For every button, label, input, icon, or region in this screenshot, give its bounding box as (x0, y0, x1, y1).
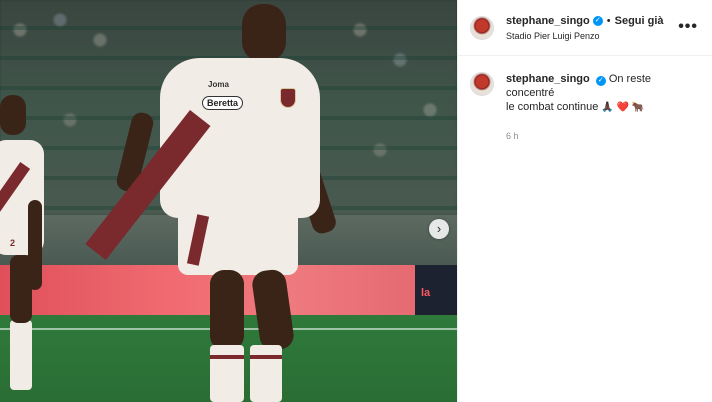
player-head (242, 4, 286, 62)
carousel-next-button[interactable]: › (429, 219, 449, 239)
kit-maker-logo: Joma (208, 80, 229, 89)
player-right-leg (250, 268, 296, 352)
location-link[interactable]: Stadio Pier Luigi Penzo (506, 31, 664, 41)
left-player-number: 2 (10, 238, 16, 248)
caption-username[interactable]: stephane_singo (506, 73, 590, 85)
front-sponsor-logo: Beretta (202, 96, 244, 110)
instagram-post: la 2 Joma Beretta SUZUKI › stephane_sing… (0, 0, 712, 402)
caption-comment: stephane_singo ✓ On reste concentré le co… (458, 56, 712, 143)
advertising-board-dark: la (415, 265, 457, 315)
following-button[interactable]: Segui già (615, 15, 664, 27)
left-player-head (0, 95, 26, 135)
post-photo[interactable]: la 2 Joma Beretta SUZUKI › (0, 0, 457, 402)
more-options-icon[interactable]: ••• (678, 18, 698, 36)
post-timestamp[interactable]: 6 h (506, 129, 696, 143)
avatar[interactable] (470, 72, 494, 96)
main-player: Joma Beretta SUZUKI (85, 0, 370, 402)
post-header: stephane_singo ✓ • Segui già Stadio Pier… (458, 0, 712, 56)
header-username[interactable]: stephane_singo (506, 15, 590, 27)
header-separator: • (606, 14, 611, 27)
caption-emojis: 🙏🏿 ❤️ 🐂 (601, 102, 645, 113)
verified-badge-icon: ✓ (595, 76, 606, 86)
player-left-leg (210, 270, 244, 350)
caption-text-line2: le combat continue (506, 101, 599, 113)
post-sidebar: stephane_singo ✓ • Segui già Stadio Pier… (457, 0, 712, 402)
club-crest-icon (280, 88, 296, 108)
avatar[interactable] (470, 15, 494, 40)
verified-badge-icon: ✓ (592, 15, 603, 26)
